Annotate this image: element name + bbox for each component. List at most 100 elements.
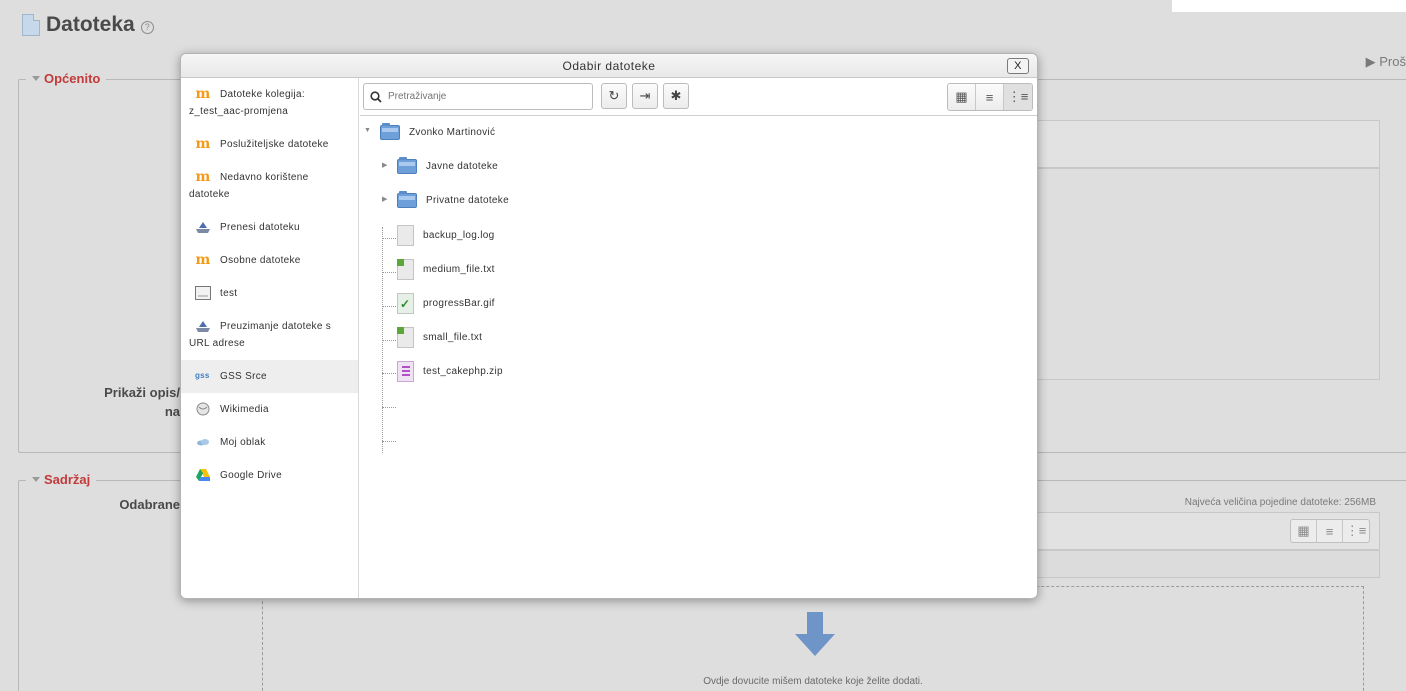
refresh-button[interactable]: ↻ (601, 83, 627, 109)
tree-node-label: medium_file.txt (423, 264, 495, 275)
caret-down-icon (32, 477, 40, 482)
settings-button[interactable]: ✱ (663, 83, 689, 109)
expand-all-link[interactable]: ▶ Proš (1366, 54, 1406, 70)
tree-node-label: test_cakephp.zip (423, 366, 503, 377)
sidebar-item-label: Moj oblak (220, 437, 266, 448)
icons-view-button[interactable]: ▦ (948, 84, 976, 110)
file-icon (397, 225, 414, 246)
folder-icon (380, 123, 400, 140)
tree-node-file[interactable]: small_file.txt (397, 327, 482, 348)
gear-icon: ✱ (670, 88, 682, 103)
caret-down-icon (32, 76, 40, 81)
repository-icon (195, 286, 211, 301)
grid-icon: ▦ (955, 89, 968, 104)
google-drive-icon (196, 469, 210, 482)
sidebar-item-upload[interactable]: Prenesi datoteku (181, 211, 358, 244)
page-title: Datoteka ? (22, 10, 154, 40)
search-input[interactable] (386, 90, 576, 103)
tree-node-label: Javne datoteke (426, 161, 499, 172)
folder-icon (397, 191, 417, 208)
tree-node-file[interactable]: backup_log.log (397, 225, 494, 246)
sidebar-item-private-files[interactable]: m Osobne datoteke (181, 244, 358, 277)
repository-sidebar: m Datoteke kolegija: z_test_aac-promjena … (181, 78, 359, 598)
tree-connector (382, 306, 396, 307)
file-icon (22, 14, 40, 36)
sidebar-item-google-drive[interactable]: Google Drive (181, 459, 358, 492)
tree-connector (382, 373, 396, 374)
sidebar-item-label: test (220, 288, 238, 299)
sidebar-item-label: Prenesi datoteku (220, 222, 300, 233)
tree-node-file[interactable]: progressBar.gif (397, 293, 495, 314)
search-icon (370, 90, 382, 103)
sidebar-item-course-files[interactable]: m Datoteke kolegija: z_test_aac-promjena (181, 78, 358, 128)
sidebar-item-gss-srce[interactable]: gss GSS Srce (181, 360, 358, 393)
file-browser-toolbar: ↻ ⇥ ✱ ▦ ≡ ⋮≡ (360, 78, 1037, 116)
cloud-icon (197, 439, 209, 446)
search-box[interactable] (363, 83, 593, 110)
sidebar-item-label: Poslužiteljske datoteke (220, 139, 329, 150)
sidebar-item-label: Wikimedia (220, 404, 269, 415)
logout-icon: ⇥ (639, 88, 651, 103)
file-picker-dialog: Odabir datoteke X m Datoteke kolegija: z_… (180, 53, 1038, 599)
tree-icon: ⋮≡ (1007, 89, 1029, 104)
refresh-icon: ↻ (608, 88, 620, 103)
tree-node-label: Privatne datoteke (426, 195, 509, 206)
expanded-toggle-icon[interactable]: ▼ (364, 127, 371, 134)
tree-connector (382, 340, 396, 341)
filemanager-path-bar (1036, 550, 1380, 578)
page: Datoteka ? ▶ Proš Općenito Prikaži opis/… (0, 0, 1406, 691)
sidebar-item-server-files[interactable]: m Poslužiteljske datoteke (181, 128, 358, 161)
tree-connector (382, 238, 396, 239)
view-mode-group: ▦ ≡ ⋮≡ (947, 83, 1033, 111)
show-description-label: Prikaži opis/ (104, 385, 180, 400)
tree-node-label: Zvonko Martinović (409, 127, 496, 138)
sidebar-item-recent-files[interactable]: m Nedavno korištene datoteke (181, 161, 358, 211)
tree-view-button[interactable]: ⋮≡ (1004, 84, 1032, 110)
drop-zone-text: Ovdje dovucite mišem datoteke koje želit… (703, 676, 923, 687)
moodle-icon: m (195, 86, 211, 103)
logout-button[interactable]: ⇥ (632, 83, 658, 109)
tree-node-folder[interactable]: Privatne datoteke (397, 191, 509, 208)
dialog-body: m Datoteke kolegija: z_test_aac-promjena … (181, 78, 1037, 598)
close-button[interactable]: X (1007, 58, 1029, 74)
tree-node-root[interactable]: Zvonko Martinović (380, 123, 496, 140)
sidebar-item-my-cloud[interactable]: Moj oblak (181, 426, 358, 459)
moodle-icon: m (195, 252, 211, 269)
general-section-legend[interactable]: Općenito (26, 71, 107, 86)
tree-node-folder[interactable]: Javne datoteke (397, 157, 499, 174)
gss-icon: gss (195, 371, 210, 381)
tree-view-icon[interactable]: ⋮≡ (1343, 520, 1369, 542)
tree-node-label: progressBar.gif (423, 298, 495, 309)
dialog-header: Odabir datoteke X (181, 54, 1037, 78)
sidebar-item-url-download[interactable]: Preuzimanje datoteke s URL adrese (181, 310, 358, 360)
content-section-label: Sadržaj (44, 472, 91, 487)
tree-connector (382, 272, 396, 273)
expand-all-label: Proš (1379, 54, 1406, 69)
tree-node-label: backup_log.log (423, 230, 495, 241)
editor-text-area[interactable] (1036, 168, 1380, 380)
content-section-legend[interactable]: Sadržaj (26, 472, 97, 487)
url-download-icon (196, 321, 210, 333)
selected-files-label: Odabrane (119, 497, 180, 512)
dialog-title: Odabir datoteke (562, 58, 656, 73)
image-file-icon (397, 293, 414, 314)
tree-node-file[interactable]: medium_file.txt (397, 259, 495, 280)
list-view-button[interactable]: ≡ (976, 84, 1004, 110)
tree-node-label: small_file.txt (423, 332, 483, 343)
file-tree: ▼ Zvonko Martinović ▶ Javne datoteke ▶ P… (360, 117, 1037, 598)
max-file-size-text: Najveća veličina pojedine datoteke: 256M… (1184, 497, 1376, 508)
general-section-label: Općenito (44, 71, 101, 86)
icons-view-icon[interactable]: ▦ (1291, 520, 1317, 542)
sidebar-item-test[interactable]: test (181, 277, 358, 310)
upload-icon (196, 222, 210, 234)
sidebar-item-wikimedia[interactable]: Wikimedia (181, 393, 358, 426)
top-right-wedge (1172, 0, 1406, 12)
folder-icon (397, 157, 417, 174)
moodle-icon: m (195, 136, 211, 153)
collapsed-toggle-icon[interactable]: ▶ (382, 161, 387, 169)
collapsed-toggle-icon[interactable]: ▶ (382, 195, 387, 203)
list-view-icon[interactable]: ≡ (1317, 520, 1343, 542)
help-icon[interactable]: ? (140, 20, 154, 34)
tree-node-file[interactable]: test_cakephp.zip (397, 361, 503, 382)
moodle-icon: m (195, 169, 211, 186)
